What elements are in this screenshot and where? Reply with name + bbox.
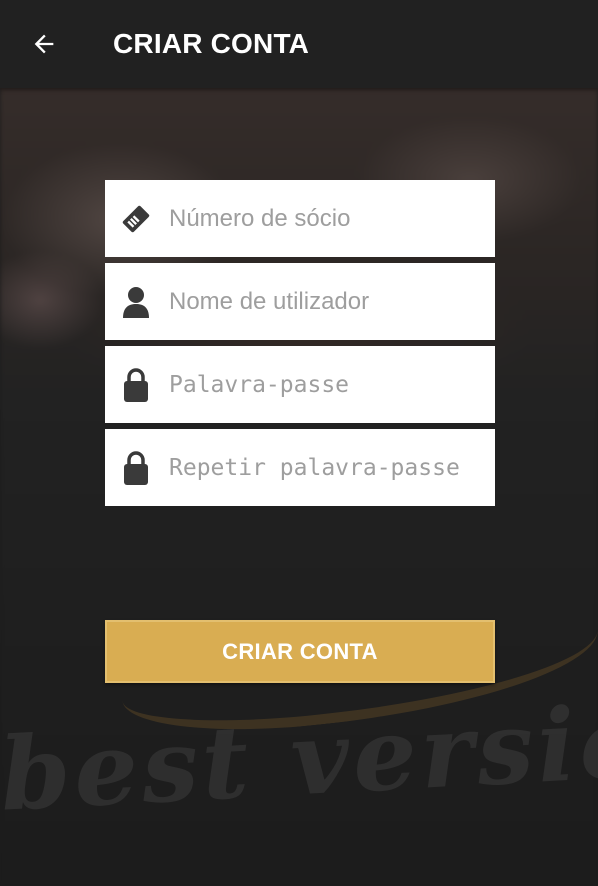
username-field <box>105 263 495 340</box>
page-title: CRIAR CONTA <box>113 28 310 59</box>
signup-form <box>105 180 495 512</box>
repeat-password-input[interactable] <box>169 429 489 506</box>
membership-card-icon <box>120 200 152 238</box>
password-input[interactable] <box>169 346 489 423</box>
lock-icon <box>120 366 152 404</box>
username-input[interactable] <box>169 263 489 340</box>
lock-icon <box>120 449 152 487</box>
member-number-input[interactable] <box>169 180 489 257</box>
create-account-screen: best version CRIAR CONTA Número de sócio… <box>0 0 598 886</box>
back-button[interactable] <box>18 22 70 66</box>
arrow-left-icon <box>34 34 54 54</box>
password-field <box>105 346 495 423</box>
member-number-field <box>105 180 495 257</box>
app-bar: CRIAR CONTA <box>0 0 598 88</box>
user-icon <box>120 283 152 321</box>
create-account-button[interactable]: CRIAR CONTA <box>105 620 495 683</box>
repeat-password-field <box>105 429 495 506</box>
